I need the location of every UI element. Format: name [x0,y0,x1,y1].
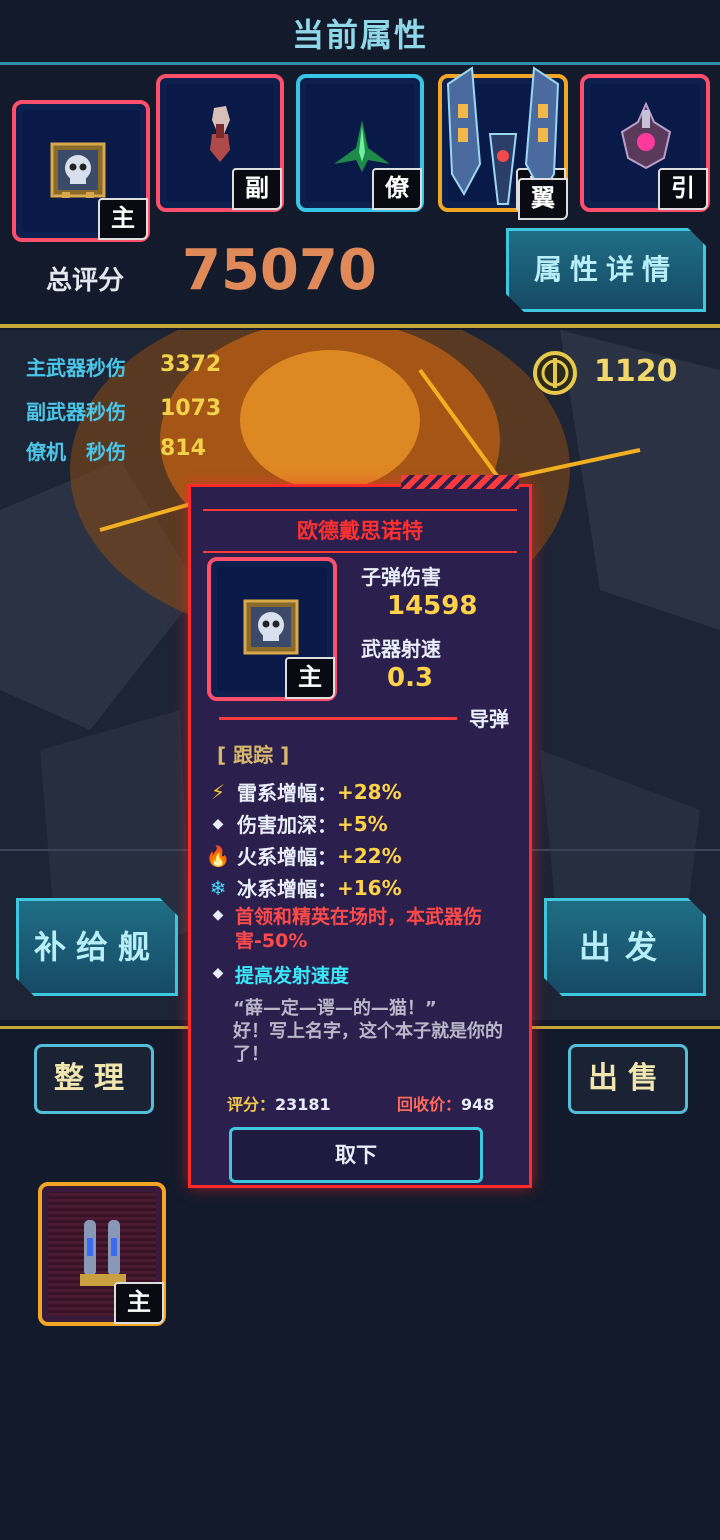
slot-tag-wing: 翼 [518,178,568,220]
slot-tag: 主 [285,657,335,699]
fire-rate-value: 0.3 [387,663,434,693]
stat-label-sub: 副武器秒伤 [26,400,126,424]
slot-tag: 主 [98,198,148,240]
total-score-value: 75070 [182,238,377,303]
weapon-image: 主 [207,557,337,701]
sort-button[interactable]: 整理 [34,1044,154,1114]
bonus-row: ⚡ 雷系增幅： +28% [205,777,402,806]
flavor-text: “薛—定—谔—的—猫！” 好！写上名字，这个本子就是你的了！ [233,997,511,1066]
flavor-line: “薛—定—谔—的—猫！” [233,998,437,1019]
recycle-value: 948 [461,1095,495,1114]
weapon-name: 欧德戴思诺特 [297,519,423,543]
bonus-value: +5% [337,811,388,836]
skull-badge-icon [50,142,106,198]
flavor-line: 好！写上名字，这个本子就是你的了！ [233,1021,503,1065]
green-wingman-icon [334,120,390,172]
weapon-trait: [ 跟踪 ] [217,743,290,767]
slot-tag: 主 [114,1282,164,1324]
bonus-label: 火系增幅： [237,845,337,869]
supply-ship-button[interactable]: 补给舰 [16,898,178,996]
penalty-text: 首领和精英在场时，本武器伤害-50% [235,906,483,952]
lightning-icon: ⚡ [210,779,226,804]
bonus-value: +22% [337,843,402,868]
stat-value-sub: 1073 [160,396,222,421]
sell-button[interactable]: 出售 [568,1044,688,1114]
diamond-icon: ◆ [212,965,224,981]
skull-badge-icon [243,599,299,655]
slot-tag: 引 [658,168,708,210]
score-divider [0,324,720,328]
popup-accent-stripes [401,475,519,489]
bonus-value: +28% [337,779,402,804]
weapon-detail-popup: 欧德戴思诺特 主 子弹伤害 14598 武器射速 0.3 导弹 [ 跟踪 ] ⚡… [188,475,532,1188]
total-score-label: 总评分 [46,266,125,296]
bullet-damage-value: 14598 [387,591,478,621]
rating-value: 23181 [275,1095,331,1114]
recycle-price: 回收价：948 [397,1091,494,1115]
slot-tag: 副 [232,168,282,210]
slot-main-weapon[interactable]: 主 [12,100,150,242]
special-effect-text: 提高发射速度 [235,965,350,987]
coin-icon [533,351,577,395]
header-divider [0,62,720,65]
bullet-damage-label: 子弹伤害 [361,565,441,589]
attribute-detail-button[interactable]: 属性详情 [506,228,706,312]
fire-rate-label: 武器射速 [361,637,441,661]
recycle-label: 回收价： [397,1095,462,1114]
slot-wingman[interactable]: 僚 [296,74,424,212]
weapon-type: 导弹 [469,707,509,731]
stat-label-main: 主武器秒伤 [26,356,126,380]
bonus-row: ◆ 伤害加深： +5% [205,809,388,838]
purple-engine-icon [620,102,672,170]
diamond-icon: ◆ [212,907,224,923]
bonus-row: ❄ 冰系增幅： +16% [205,873,402,902]
inventory-item[interactable]: 主 [38,1182,166,1326]
fire-icon: 🔥 [205,843,231,868]
rating: 评分：23181 [227,1091,331,1115]
bonus-row: 🔥 火系增幅： +22% [205,841,402,870]
type-divider [219,717,457,720]
bonus-label: 冰系增幅： [237,877,337,901]
slot-tag: 僚 [372,168,422,210]
stat-value-main: 3372 [160,352,222,377]
bonus-label: 伤害加深： [237,813,337,837]
bonus-value: +16% [337,875,402,900]
stat-value-wingman: 814 [160,436,206,461]
slot-sub-weapon[interactable]: 副 [156,74,284,212]
bonus-label: 雷系增幅： [237,781,337,805]
unequip-button[interactable]: 取下 [229,1127,483,1183]
stat-label-wingman: 僚机 秒伤 [26,440,126,464]
snowflake-icon: ❄ [209,875,227,900]
diamond-icon: ◆ [212,815,224,832]
coin-amount: 1120 [594,354,678,389]
page-title: 当前属性 [291,16,428,54]
rating-label: 评分： [227,1095,276,1114]
fist-weapon-icon [210,106,230,162]
twin-missile-pod-icon [80,1220,126,1286]
depart-button[interactable]: 出发 [544,898,706,996]
slot-engine[interactable]: 引 [580,74,710,212]
